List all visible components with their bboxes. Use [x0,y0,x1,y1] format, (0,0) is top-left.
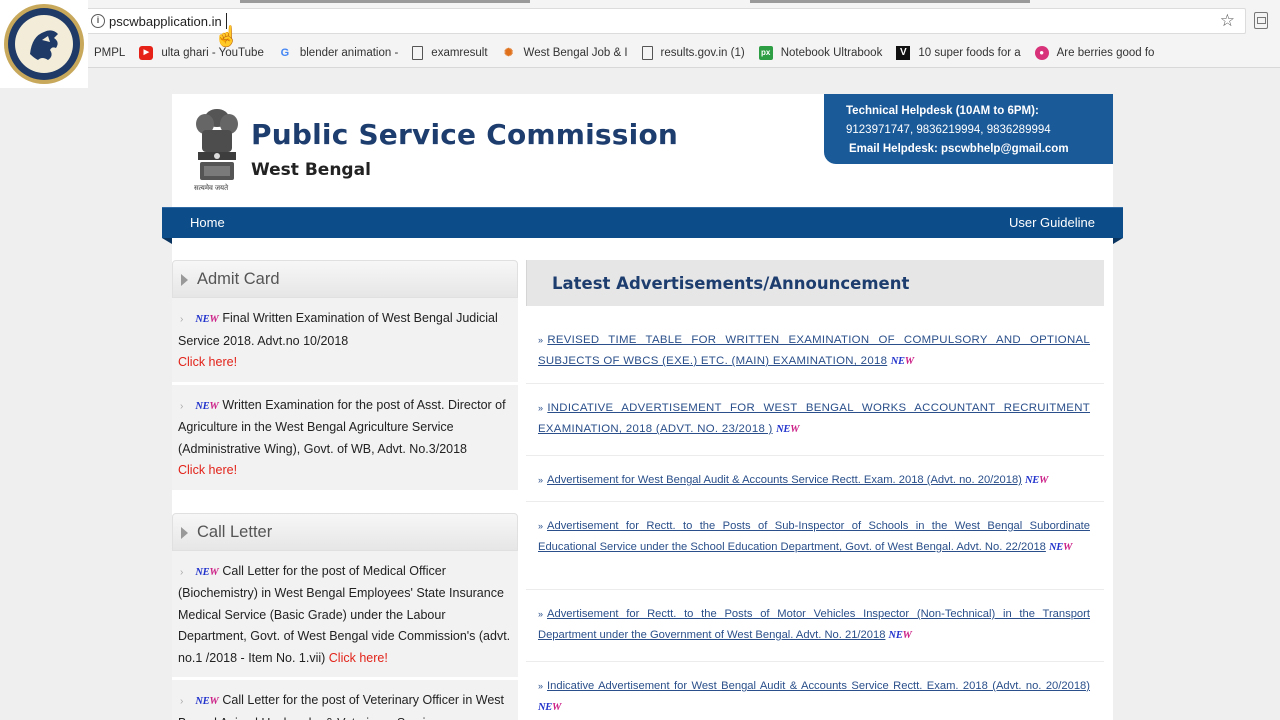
notice-text: Call Letter for the post of Medical Offi… [178,563,511,665]
announcement-link[interactable]: INDICATIVE ADVERTISEMENT FOR WEST BENGAL… [538,402,1090,435]
google-icon: G [280,47,290,59]
notice-text: Call Letter for the post of Veterinary O… [178,693,505,720]
chevron-right-icon: › [180,400,184,412]
announcement-item: » Advertisement for Rectt. to the Posts o… [526,590,1104,662]
site-title: Public Service Commission [251,118,679,151]
click-here-link[interactable]: Click here! [329,651,388,665]
call-letter-item: › NEW Call Letter for the post of Medical … [172,550,518,680]
admit-card-title: Admit Card [197,270,280,288]
page-icon [641,46,653,60]
site-page: सत्यमेव जयते Public Service Commission W… [162,94,1123,720]
nav-home-link[interactable]: Home [190,215,225,230]
helpdesk-box: Technical Helpdesk (10AM to 6PM): 912397… [824,94,1113,164]
emblem-caption: सत्यमेव जयते [194,185,229,192]
new-badge: NEW [538,702,562,713]
announcements-header: Latest Advertisements/Announcement [526,260,1104,306]
nav-user-guideline-link[interactable]: User Guideline [1009,215,1095,230]
url-text[interactable]: pscwbapplication.in [109,14,222,29]
notice-text: Final Written Examination of West Bengal… [178,311,498,348]
admit-card-header: Admit Card [172,260,518,298]
bookmark-star-icon[interactable]: ☆ [1220,11,1235,31]
helpdesk-title: Technical Helpdesk (10AM to 6PM): [846,105,1039,117]
bookmarks-bar: PMPL ▶ ulta ghari - YouTube Gblender anim… [94,42,1168,64]
bookmark-item[interactable]: ▶ ulta ghari - YouTube [139,46,264,60]
new-badge: NEW [776,424,800,435]
browser-chrome: i pscwbapplication.in ☆ ☝ PMPL ▶ ulta gha… [0,0,1280,68]
left-sidebar: Admit Card › NEW Final Written Examination… [172,260,518,720]
bookmark-item[interactable]: PMPL [94,47,125,59]
document-icon [412,46,424,60]
announcement-link[interactable]: REVISED TIME TABLE FOR WRITTEN EXAMINATI… [538,334,1090,367]
new-badge: NEW [195,566,219,578]
main-nav: Home User Guideline [162,207,1123,244]
new-badge: NEW [1025,475,1049,486]
triangle-right-icon [181,526,188,539]
bullet-icon: » [538,403,544,413]
bookmark-item[interactable]: results.gov.in (1) [641,46,745,60]
extension-icon[interactable] [1254,12,1268,29]
announcement-link[interactable]: Indicative Advertisement for West Bengal… [547,680,1090,692]
triangle-right-icon [181,274,188,286]
site-header: सत्यमेव जयते Public Service Commission W… [172,94,1113,206]
bullet-icon: » [538,609,544,619]
tab-strip-edge [240,0,1280,3]
ashoka-emblem-icon [196,109,238,180]
bookmark-item[interactable]: ● Are berries good fo [1034,46,1154,60]
bullet-icon: » [538,335,544,345]
call-letter-header: Call Letter [172,512,518,551]
announcement-link[interactable]: Advertisement for Rectt. to the Posts of… [538,608,1090,641]
new-badge: NEW [195,314,219,325]
youtube-icon: ▶ [139,46,154,60]
call-letter-title: Call Letter [197,522,273,541]
helpdesk-email: Email Helpdesk: pscwbhelp@gmail.com [849,143,1069,155]
bullet-icon: » [538,681,544,691]
site-info-icon[interactable]: i [91,14,105,28]
chevron-right-icon: › [180,566,184,578]
click-here-link[interactable]: Click here! [178,355,237,369]
new-badge: NEW [1049,542,1073,553]
admit-card-item: › NEW Final Written Examination of West Be… [172,298,518,385]
bookmark-item[interactable]: V 10 super foods for a [896,46,1021,60]
announcements-panel: Latest Advertisements/Announcement » REVI… [526,260,1104,720]
helpdesk-phones: 9123971747, 9836219994, 9836289994 [846,124,1051,136]
new-badge: NEW [890,356,914,367]
announcement-item: » INDICATIVE ADVERTISEMENT FOR WEST BENGA… [526,384,1104,456]
bullet-icon: » [538,521,544,531]
berry-icon: ● [1034,46,1049,60]
bookmark-item[interactable]: examresult [412,46,488,60]
notice-text: Written Examination for the post of Asst… [178,397,506,456]
announcement-item: » Indicative Advertisement for West Benga… [526,662,1104,720]
px-icon: px [758,46,773,60]
address-bar[interactable]: i pscwbapplication.in ☆ [86,8,1246,34]
call-letter-item: › NEW Call Letter for the post of Veterina… [172,680,518,720]
announcement-item: » Advertisement for Rectt. to the Posts o… [526,502,1104,590]
bookmark-item[interactable]: Gblender animation - [278,46,399,60]
admit-card-item: › NEW Written Examination for the post of … [172,384,518,493]
bullet-icon: » [538,475,544,485]
new-badge: NEW [888,630,912,641]
sun-icon: ✺ [503,47,514,59]
chevron-right-icon: › [180,314,184,325]
announcement-link[interactable]: Advertisement for West Bengal Audit & Ac… [547,474,1022,486]
chevron-right-icon: › [180,696,184,707]
announcement-item: » REVISED TIME TABLE FOR WRITTEN EXAMINAT… [526,306,1104,384]
click-here-link[interactable]: Click here! [178,463,237,477]
bookmark-item[interactable]: ✺ West Bengal Job & I [502,46,628,60]
bookmark-item[interactable]: px Notebook Ultrabook [758,46,882,60]
new-badge: NEW [195,696,219,707]
announcement-item: » Advertisement for West Bengal Audit & A… [526,456,1104,502]
announcements-title: Latest Advertisements/Announcement [552,274,910,293]
channel-logo [0,0,88,88]
v-icon: V [896,46,911,60]
site-subtitle: West Bengal [251,160,371,180]
new-badge: NEW [195,400,219,412]
announcement-link[interactable]: Advertisement for Rectt. to the Posts of… [538,520,1090,553]
